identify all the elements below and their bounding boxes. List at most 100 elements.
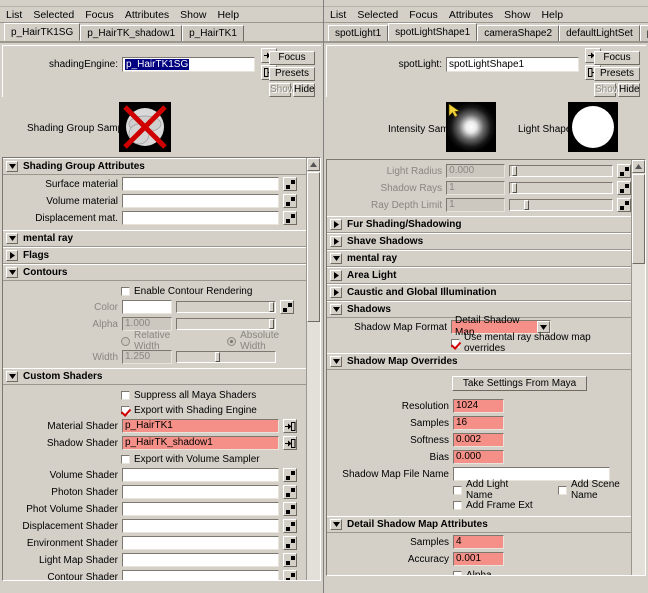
- chevron-down-icon[interactable]: [330, 304, 342, 315]
- section-shadow-map-overrides[interactable]: Shadow Map Overrides: [327, 353, 631, 370]
- presets-button[interactable]: Presets: [269, 67, 315, 81]
- menu-item-show[interactable]: Show: [179, 9, 207, 21]
- map-button-icon[interactable]: [280, 300, 294, 314]
- chevron-right-icon[interactable]: [330, 287, 342, 298]
- tab-p-hairtk1sg[interactable]: p_HairTK1SG: [4, 23, 81, 41]
- relative-width-radio[interactable]: [121, 336, 130, 346]
- add-frame-ext-checkbox[interactable]: [453, 500, 462, 510]
- contour-width-input[interactable]: 1.250: [122, 350, 172, 364]
- menu-item-focus[interactable]: Focus: [84, 9, 115, 21]
- tab-p-hairtk1[interactable]: p_HairTK1: [182, 25, 244, 41]
- contour-alpha-slider[interactable]: [176, 318, 276, 330]
- map-button-icon[interactable]: [283, 468, 297, 482]
- take-settings-from-maya-button[interactable]: Take Settings From Maya: [452, 376, 587, 391]
- slider-handle[interactable]: [511, 183, 517, 193]
- intensity-sample-swatch[interactable]: [446, 102, 496, 152]
- ray-depth-limit-slider[interactable]: [508, 199, 614, 211]
- surface-material-input[interactable]: [122, 177, 279, 191]
- section-shading-group-attributes[interactable]: Shading Group Attributes: [3, 158, 306, 175]
- chevron-down-icon[interactable]: [330, 356, 342, 367]
- chevron-down-icon[interactable]: [330, 253, 342, 264]
- phot-volume-shader-input[interactable]: [122, 502, 279, 516]
- tab-defaultlightset[interactable]: defaultLightSet: [559, 25, 640, 41]
- menu-item-show[interactable]: Show: [503, 9, 531, 21]
- slider-handle[interactable]: [215, 352, 220, 362]
- menu-item-help[interactable]: Help: [540, 9, 564, 21]
- chevron-right-icon[interactable]: [6, 250, 18, 261]
- tab-p-hairtk-shadow1[interactable]: p_HairTK_shadow1: [80, 25, 183, 41]
- enable-contour-rendering-checkbox[interactable]: [121, 286, 130, 296]
- shadow-rays-input[interactable]: 1: [446, 181, 505, 195]
- detail-alpha-checkbox[interactable]: [453, 570, 462, 575]
- map-button-icon[interactable]: [283, 536, 297, 550]
- presets-button[interactable]: Presets: [594, 67, 640, 81]
- chevron-right-icon[interactable]: [330, 270, 342, 281]
- left-vertical-scrollbar[interactable]: [306, 158, 320, 580]
- map-button-icon[interactable]: [283, 519, 297, 533]
- tab-spotlight1[interactable]: spotLight1: [328, 25, 389, 41]
- chevron-right-icon[interactable]: [330, 236, 342, 247]
- environment-shader-input[interactable]: [122, 536, 279, 550]
- section-detail-shadow-map-attributes[interactable]: Detail Shadow Map Attributes: [327, 516, 631, 533]
- volume-shader-input[interactable]: [122, 468, 279, 482]
- contour-width-slider[interactable]: [176, 351, 276, 363]
- export-with-volume-sampler-checkbox[interactable]: [121, 454, 130, 464]
- menu-item-focus[interactable]: Focus: [408, 9, 439, 21]
- tab-p-spottk1[interactable]: p_SpotTK1: [639, 25, 648, 41]
- contour-shader-input[interactable]: [122, 570, 279, 580]
- ray-depth-limit-input[interactable]: 1: [446, 198, 505, 212]
- right-vertical-scrollbar[interactable]: [631, 160, 645, 575]
- section-contours[interactable]: Contours: [3, 264, 306, 281]
- map-button-icon[interactable]: [283, 570, 297, 580]
- light-shape-swatch[interactable]: [568, 102, 618, 152]
- map-button-icon[interactable]: [283, 485, 297, 499]
- tab-camerashape2[interactable]: cameraShape2: [477, 25, 560, 41]
- chevron-down-icon[interactable]: [330, 519, 342, 530]
- material-shader-input[interactable]: p_HairTK1: [122, 419, 279, 433]
- menu-item-list[interactable]: List: [329, 9, 347, 21]
- map-button-icon[interactable]: [283, 502, 297, 516]
- chevron-down-icon[interactable]: [6, 233, 18, 244]
- contour-color-slider[interactable]: [176, 301, 276, 313]
- hide-button[interactable]: Hide: [618, 83, 640, 97]
- section-mental-ray[interactable]: mental ray: [327, 250, 631, 267]
- chevron-down-icon[interactable]: [6, 267, 18, 278]
- suppress-maya-shaders-checkbox[interactable]: [121, 390, 130, 400]
- scroll-up-icon[interactable]: [632, 160, 645, 173]
- chevron-down-icon[interactable]: [6, 371, 18, 382]
- hide-button[interactable]: Hide: [293, 83, 315, 97]
- focus-button[interactable]: Focus: [269, 51, 315, 65]
- chevron-right-icon[interactable]: [330, 219, 342, 230]
- slider-handle[interactable]: [269, 302, 274, 312]
- scrollbar-thumb[interactable]: [632, 174, 645, 264]
- light-map-shader-input[interactable]: [122, 553, 279, 567]
- light-radius-slider[interactable]: [508, 165, 614, 177]
- menu-item-attributes[interactable]: Attributes: [448, 9, 494, 21]
- menu-item-help[interactable]: Help: [216, 9, 240, 21]
- section-area-light[interactable]: Area Light: [327, 267, 631, 284]
- map-button-icon[interactable]: [617, 181, 631, 195]
- section-shave-shadows[interactable]: Shave Shadows: [327, 233, 631, 250]
- displacement-shader-input[interactable]: [122, 519, 279, 533]
- detail-accuracy-input[interactable]: 0.001: [453, 552, 504, 566]
- absolute-width-radio[interactable]: [227, 336, 237, 346]
- add-scene-name-checkbox[interactable]: [557, 485, 567, 495]
- samples-input[interactable]: 16: [453, 416, 504, 430]
- section-mental-ray[interactable]: mental ray: [3, 230, 306, 247]
- focus-button[interactable]: Focus: [594, 51, 640, 65]
- light-radius-input[interactable]: 0.000: [446, 164, 505, 178]
- shadow-rays-slider[interactable]: [508, 182, 614, 194]
- use-mental-ray-overrides-checkbox[interactable]: [451, 338, 460, 348]
- map-button-icon[interactable]: [283, 553, 297, 567]
- slider-handle[interactable]: [523, 200, 529, 210]
- detail-samples-input[interactable]: 4: [453, 535, 504, 549]
- menu-item-list[interactable]: List: [5, 9, 23, 21]
- contour-alpha-input[interactable]: 1.000: [122, 317, 172, 331]
- volume-material-input[interactable]: [122, 194, 279, 208]
- menu-item-attributes[interactable]: Attributes: [124, 9, 170, 21]
- section-custom-shaders[interactable]: Custom Shaders: [3, 368, 306, 385]
- bias-input[interactable]: 0.000: [453, 450, 504, 464]
- input-connection-icon[interactable]: [283, 436, 297, 450]
- node-name-input[interactable]: spotLightShape1: [446, 56, 579, 72]
- contour-color-swatch[interactable]: [122, 300, 172, 314]
